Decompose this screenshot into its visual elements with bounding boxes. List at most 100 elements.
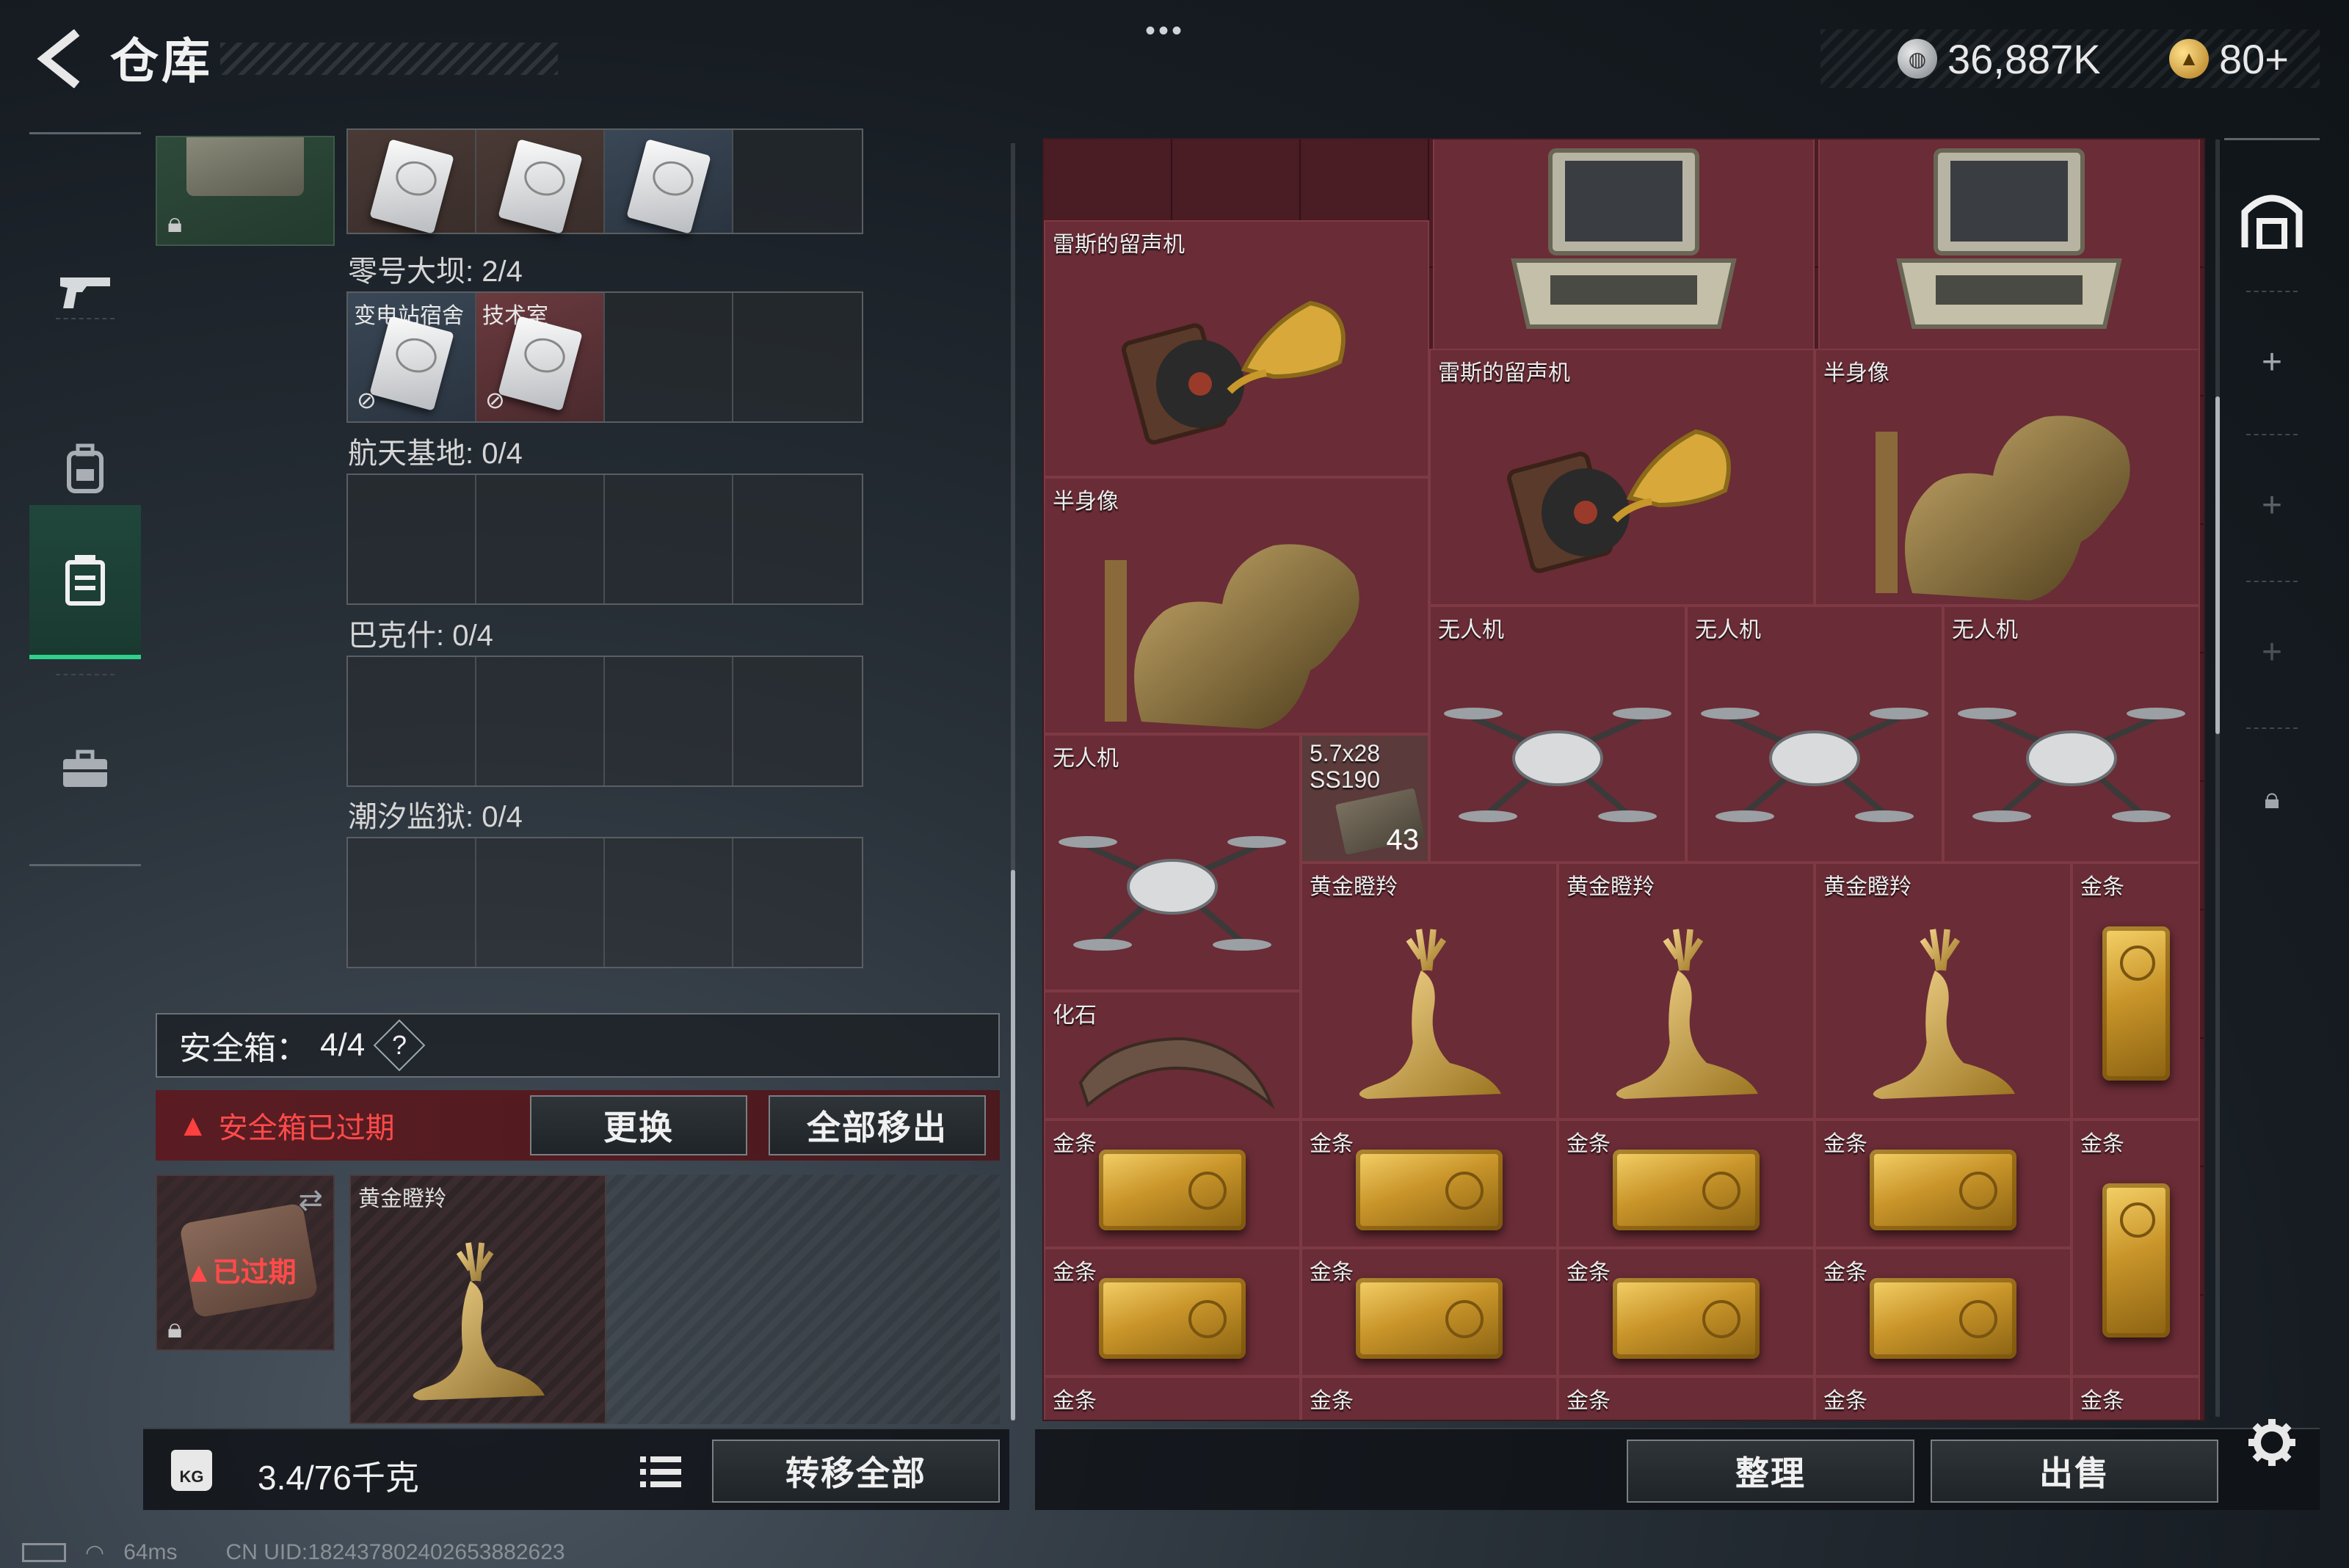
inventory-scroll-thumb[interactable] <box>2215 396 2220 734</box>
replace-button[interactable]: 更换 <box>530 1095 747 1155</box>
empty-slot[interactable] <box>348 475 476 603</box>
inventory-item[interactable]: 雷斯的留声机 <box>1429 349 1815 606</box>
empty-slot[interactable] <box>605 293 733 421</box>
item-name: 金条 <box>1823 1389 1867 1413</box>
inventory-item[interactable]: 无人机 <box>1943 606 2200 863</box>
item-name: 5.7x28 SS190 <box>1310 740 1381 793</box>
remove-all-button[interactable]: 全部移出 <box>769 1095 986 1155</box>
inventory-item[interactable]: 金条 <box>1815 1248 2072 1376</box>
nav-toolbox[interactable] <box>29 692 141 846</box>
inventory-item[interactable]: 半身像 <box>1044 477 1429 734</box>
safebox-header: 安全箱： 4/4 ? <box>156 1013 1000 1078</box>
bust-statue-icon <box>1875 415 2130 600</box>
list-view-button[interactable] <box>631 1442 690 1501</box>
inventory-item[interactable]: 金条 <box>1044 1376 1301 1420</box>
inventory-item[interactable]: 金条 <box>1558 1248 1815 1376</box>
add-storage-button[interactable]: + <box>2224 434 2320 577</box>
gold-bar-icon <box>1356 1150 1503 1231</box>
item-name: 金条 <box>2080 1389 2124 1413</box>
chevron-left-icon <box>37 29 80 88</box>
locked-storage-tab[interactable]: 🔒︎ <box>2224 727 2320 871</box>
inventory-item[interactable]: 黄金瞪羚 <box>1815 863 2072 1119</box>
empty-slot[interactable] <box>605 475 733 603</box>
inventory-item[interactable]: 无人机 <box>1686 606 1943 863</box>
bust-statue-icon <box>1104 544 1359 729</box>
sell-button[interactable]: 出售 <box>1931 1440 2218 1503</box>
inventory-item[interactable]: 金条 <box>2072 1376 2200 1420</box>
gold-bar-icon <box>1099 1150 1246 1231</box>
zone-grid-dam: 变电站宿舍 ⊘ 技术室 ⊘ <box>346 291 863 423</box>
inventory-item[interactable]: 金条 <box>2072 863 2200 1119</box>
inventory-item[interactable]: 无人机 <box>1044 734 1301 991</box>
keycard-slot[interactable] <box>348 130 476 234</box>
empty-slot[interactable] <box>476 838 605 967</box>
locked-case-slot[interactable]: 🔒︎ <box>156 136 335 246</box>
empty-slot[interactable] <box>733 130 862 233</box>
nav-container[interactable] <box>29 505 141 659</box>
inventory-item[interactable]: 金条 <box>1301 1248 1558 1376</box>
stash-scroll-thumb[interactable] <box>1011 870 1015 1420</box>
empty-slot[interactable] <box>348 657 476 785</box>
gear-icon <box>2248 1419 2295 1466</box>
gold-bar-icon <box>1613 1278 1760 1360</box>
inventory-item[interactable]: 金条 <box>1558 1376 1815 1420</box>
inventory-item[interactable]: 金条 <box>1815 1119 2072 1248</box>
inventory-item[interactable]: 金条 <box>1301 1376 1558 1420</box>
inventory-item[interactable]: 金条 <box>1301 1119 1558 1248</box>
nav-weapons[interactable] <box>29 215 141 369</box>
inventory-item[interactable]: 无人机 <box>1429 606 1686 863</box>
empty-slot[interactable] <box>605 838 733 967</box>
inventory-item[interactable]: 黄金瞪羚 <box>1301 863 1558 1119</box>
empty-slot[interactable] <box>348 838 476 967</box>
ping-value: 64ms <box>123 1540 178 1564</box>
inventory-item[interactable]: 金条 <box>1044 1119 1301 1248</box>
item-name: 金条 <box>1566 1260 1611 1285</box>
gold-bar-icon <box>1356 1278 1503 1360</box>
empty-slot[interactable] <box>476 657 605 785</box>
gold-gazelle-icon <box>1616 929 1758 1099</box>
transfer-all-button[interactable]: 转移全部 <box>712 1440 1000 1503</box>
settings-button[interactable] <box>2243 1413 2301 1472</box>
inventory-scrollbar[interactable] <box>2215 139 2220 1417</box>
item-name: 黄金瞪羚 <box>1823 875 1911 899</box>
lock-icon: 🔒︎ <box>167 208 183 239</box>
more-menu-button[interactable]: ••• <box>1145 15 1185 48</box>
empty-slot[interactable] <box>733 475 862 603</box>
keycard-slot[interactable]: 技术室 ⊘ <box>476 293 605 421</box>
title-decoration <box>220 43 558 75</box>
add-storage-button[interactable]: + <box>2224 291 2320 434</box>
empty-slot[interactable] <box>733 293 862 421</box>
inventory-item[interactable]: 金条 <box>1815 1376 2072 1420</box>
inventory-item[interactable]: 雷斯的留声机 <box>1044 220 1429 477</box>
inventory-item[interactable]: 金条 <box>1044 1248 1301 1376</box>
item-name: 无人机 <box>1053 747 1119 771</box>
inventory-item[interactable]: 5.7x28 SS190 43 <box>1301 734 1429 863</box>
empty-slot[interactable] <box>605 657 733 785</box>
keycard-slot[interactable] <box>605 130 733 234</box>
back-button[interactable] <box>22 22 95 95</box>
empty-slot[interactable] <box>733 657 862 785</box>
inventory-item[interactable] <box>1433 139 1815 352</box>
inventory-item[interactable]: 化石 <box>1044 991 1301 1119</box>
gold-currency: ▲ 80+ <box>2169 32 2289 85</box>
help-button[interactable]: ? <box>373 1019 426 1072</box>
sort-button[interactable]: 整理 <box>1627 1440 1914 1503</box>
inventory-item[interactable] <box>1818 139 2200 352</box>
empty-slot[interactable] <box>476 475 605 603</box>
item-name: 金条 <box>1823 1132 1867 1156</box>
item-name: 无人机 <box>1952 618 2018 642</box>
empty-slot[interactable] <box>733 838 862 967</box>
safebox-item-slot[interactable]: 黄金瞪羚 <box>349 1175 606 1424</box>
add-storage-button[interactable]: + <box>2224 581 2320 724</box>
inventory-item[interactable]: 金条 <box>2072 1119 2200 1376</box>
gold-bar-icon <box>1613 1150 1760 1231</box>
keycard-slot[interactable] <box>476 130 605 234</box>
inventory-item[interactable]: 金条 <box>1558 1119 1815 1248</box>
storage-tab[interactable] <box>2224 148 2320 291</box>
inventory-item[interactable]: 黄金瞪羚 <box>1558 863 1815 1119</box>
inventory-item[interactable]: 半身像 <box>1815 349 2200 606</box>
item-name: 无人机 <box>1438 618 1504 642</box>
zone-label-dam: 零号大坝: 2/4 <box>348 255 523 288</box>
keycard-slot[interactable]: 变电站宿舍 ⊘ <box>348 293 476 421</box>
safebox-case-slot[interactable]: ⇄ ▲已过期 🔒︎ <box>156 1175 335 1351</box>
